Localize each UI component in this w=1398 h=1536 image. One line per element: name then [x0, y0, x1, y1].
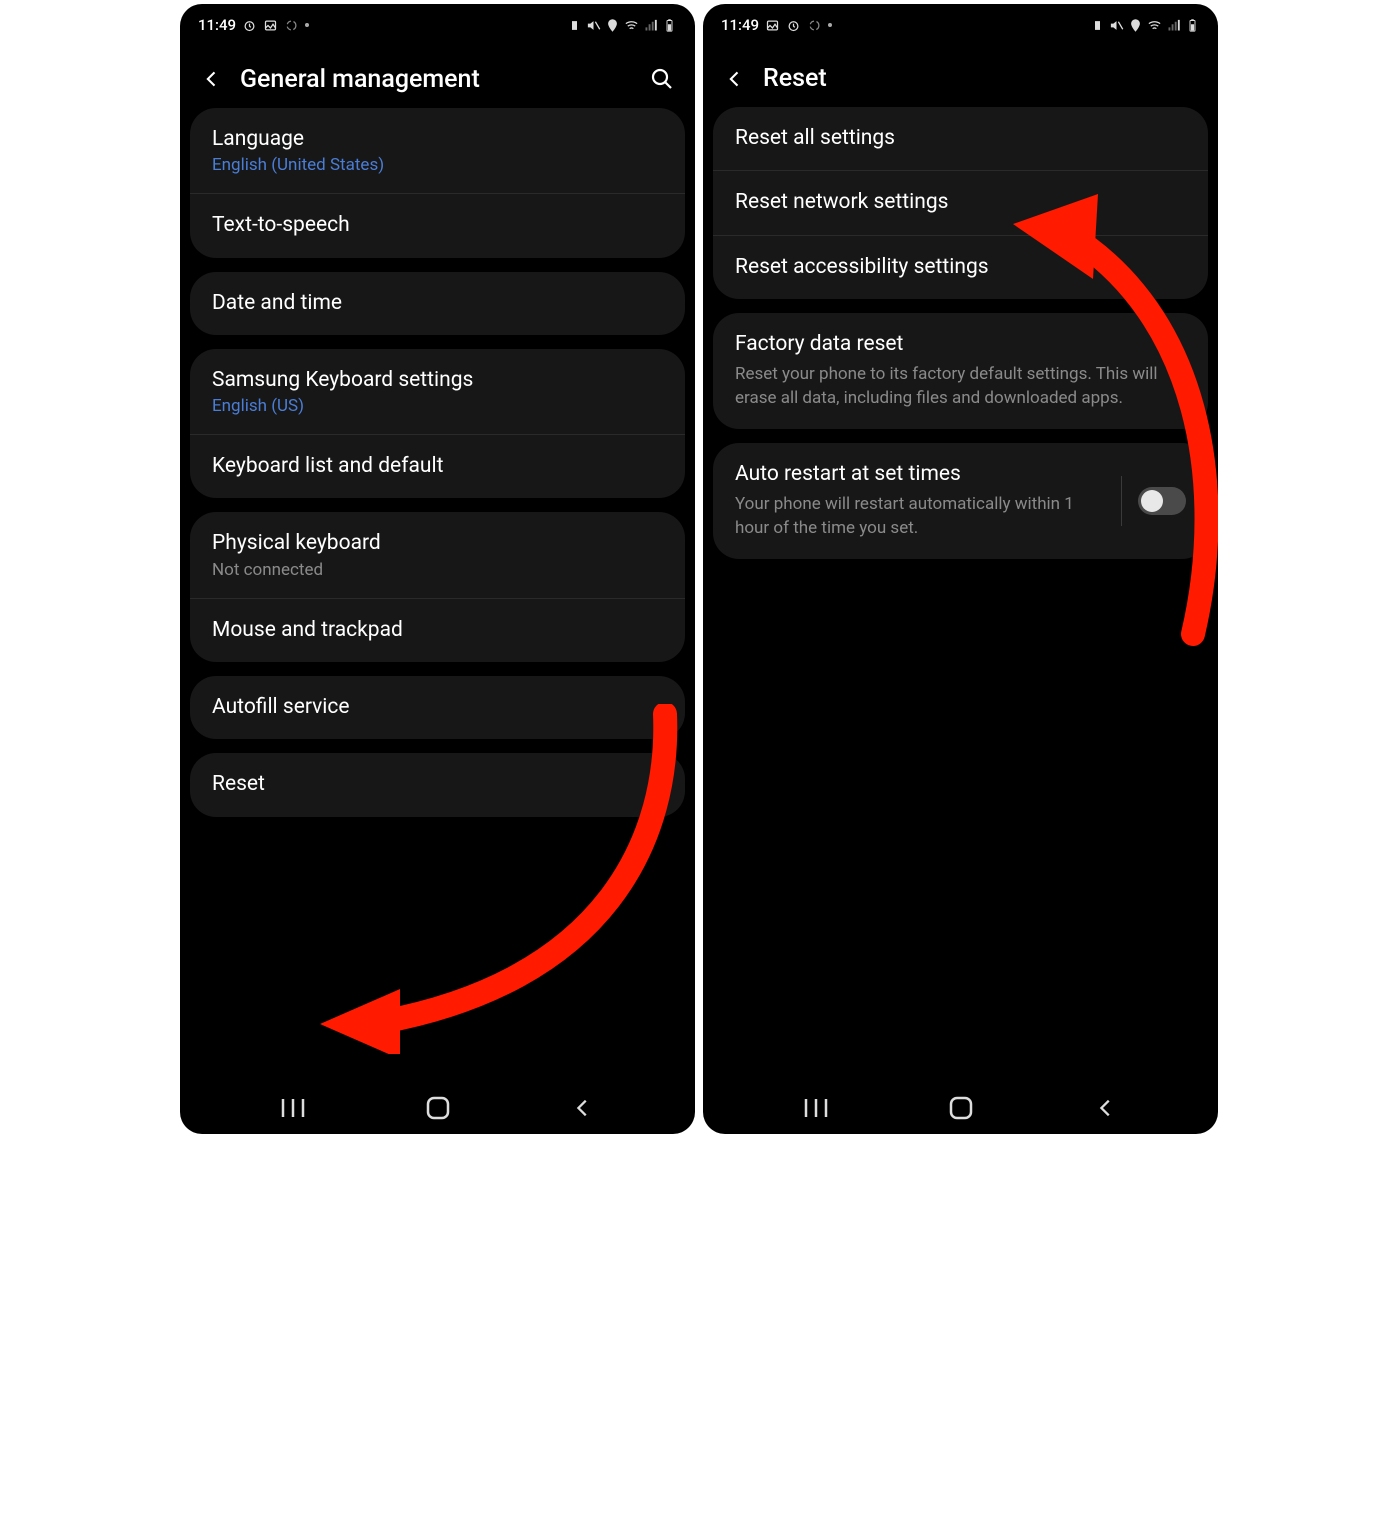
battery-saver-icon [567, 18, 582, 33]
home-button[interactable] [931, 1095, 991, 1121]
item-title: Date and time [212, 290, 663, 317]
location-icon [605, 18, 620, 33]
item-title: Keyboard list and default [212, 453, 663, 480]
status-time: 11:49 [721, 16, 759, 34]
status-left: 11:49 [721, 16, 832, 34]
item-title: Mouse and trackpad [212, 617, 663, 644]
search-button[interactable] [647, 64, 677, 94]
content[interactable]: Reset all settings Reset network setting… [703, 107, 1218, 1082]
settings-group: Physical keyboard Not connected Mouse an… [190, 512, 685, 662]
home-button[interactable] [408, 1095, 468, 1121]
item-title: Reset network settings [735, 189, 1186, 216]
item-title: Autofill service [212, 694, 663, 721]
page-title: General management [240, 65, 647, 94]
mute-icon [1109, 18, 1124, 33]
language-item[interactable]: Language English (United States) [190, 108, 685, 193]
samsung-keyboard-item[interactable]: Samsung Keyboard settings English (US) [190, 349, 685, 434]
status-bar: 11:49 [703, 10, 1218, 40]
mute-icon [586, 18, 601, 33]
status-right [567, 18, 677, 33]
wifi-icon [624, 18, 639, 33]
item-subtitle: Not connected [212, 560, 663, 580]
header: Reset [703, 40, 1218, 107]
physical-keyboard-item[interactable]: Physical keyboard Not connected [190, 512, 685, 597]
factory-reset-item[interactable]: Factory data reset Reset your phone to i… [713, 313, 1208, 429]
android-navbar [703, 1082, 1218, 1134]
loading-icon [284, 18, 299, 33]
settings-group: Date and time [190, 272, 685, 335]
item-title: Reset [212, 771, 663, 798]
autofill-item[interactable]: Autofill service [190, 676, 685, 739]
item-title: Text-to-speech [212, 212, 663, 239]
settings-group: Autofill service [190, 676, 685, 739]
item-subtitle: English (US) [212, 396, 663, 416]
settings-group: Factory data reset Reset your phone to i… [713, 313, 1208, 429]
location-icon [1128, 18, 1143, 33]
phone-right: 11:49 Reset Reset all settings Reset [703, 4, 1218, 1134]
reset-item[interactable]: Reset [190, 753, 685, 816]
nav-back-button[interactable] [553, 1097, 613, 1119]
status-right [1090, 18, 1200, 33]
status-more-dot [305, 23, 309, 27]
recents-button[interactable] [786, 1097, 846, 1119]
header: General management [180, 40, 695, 108]
page-title: Reset [763, 64, 1200, 93]
settings-group: Auto restart at set times Your phone wil… [713, 443, 1208, 559]
item-title: Physical keyboard [212, 530, 663, 557]
item-subtitle: English (United States) [212, 155, 663, 175]
signal-icon [643, 18, 658, 33]
recents-button[interactable] [263, 1097, 323, 1119]
item-title: Language [212, 126, 663, 153]
alarm-icon [242, 18, 257, 33]
status-left: 11:49 [198, 16, 309, 34]
mouse-trackpad-item[interactable]: Mouse and trackpad [190, 598, 685, 662]
phone-left: 11:49 General management Language [180, 4, 695, 1134]
reset-accessibility-item[interactable]: Reset accessibility settings [713, 235, 1208, 299]
item-title: Auto restart at set times [735, 461, 1111, 488]
keyboard-list-item[interactable]: Keyboard list and default [190, 434, 685, 498]
auto-restart-toggle[interactable] [1138, 487, 1186, 515]
date-time-item[interactable]: Date and time [190, 272, 685, 335]
status-more-dot [828, 23, 832, 27]
settings-group: Language English (United States) Text-to… [190, 108, 685, 258]
back-button[interactable] [198, 65, 226, 93]
content[interactable]: Language English (United States) Text-to… [180, 108, 695, 1082]
loading-icon [807, 18, 822, 33]
image-icon [765, 18, 780, 33]
battery-icon [662, 18, 677, 33]
wifi-icon [1147, 18, 1162, 33]
status-time: 11:49 [198, 16, 236, 34]
toggle-knob [1141, 490, 1163, 512]
android-navbar [180, 1082, 695, 1134]
settings-group: Samsung Keyboard settings English (US) K… [190, 349, 685, 499]
alarm-icon [786, 18, 801, 33]
item-title: Reset all settings [735, 125, 1186, 152]
auto-restart-item[interactable]: Auto restart at set times Your phone wil… [713, 443, 1208, 559]
toggle-separator [1121, 476, 1122, 526]
item-description: Your phone will restart automatically wi… [735, 493, 1111, 541]
settings-group: Reset all settings Reset network setting… [713, 107, 1208, 299]
settings-group: Reset [190, 753, 685, 816]
reset-network-item[interactable]: Reset network settings [713, 170, 1208, 234]
back-button[interactable] [721, 65, 749, 93]
image-icon [263, 18, 278, 33]
status-bar: 11:49 [180, 10, 695, 40]
tts-item[interactable]: Text-to-speech [190, 193, 685, 257]
item-title: Reset accessibility settings [735, 254, 1186, 281]
reset-all-item[interactable]: Reset all settings [713, 107, 1208, 170]
item-description: Reset your phone to its factory default … [735, 363, 1186, 411]
battery-saver-icon [1090, 18, 1105, 33]
signal-icon [1166, 18, 1181, 33]
nav-back-button[interactable] [1076, 1097, 1136, 1119]
battery-icon [1185, 18, 1200, 33]
item-title: Samsung Keyboard settings [212, 367, 663, 394]
item-title: Factory data reset [735, 331, 1186, 358]
